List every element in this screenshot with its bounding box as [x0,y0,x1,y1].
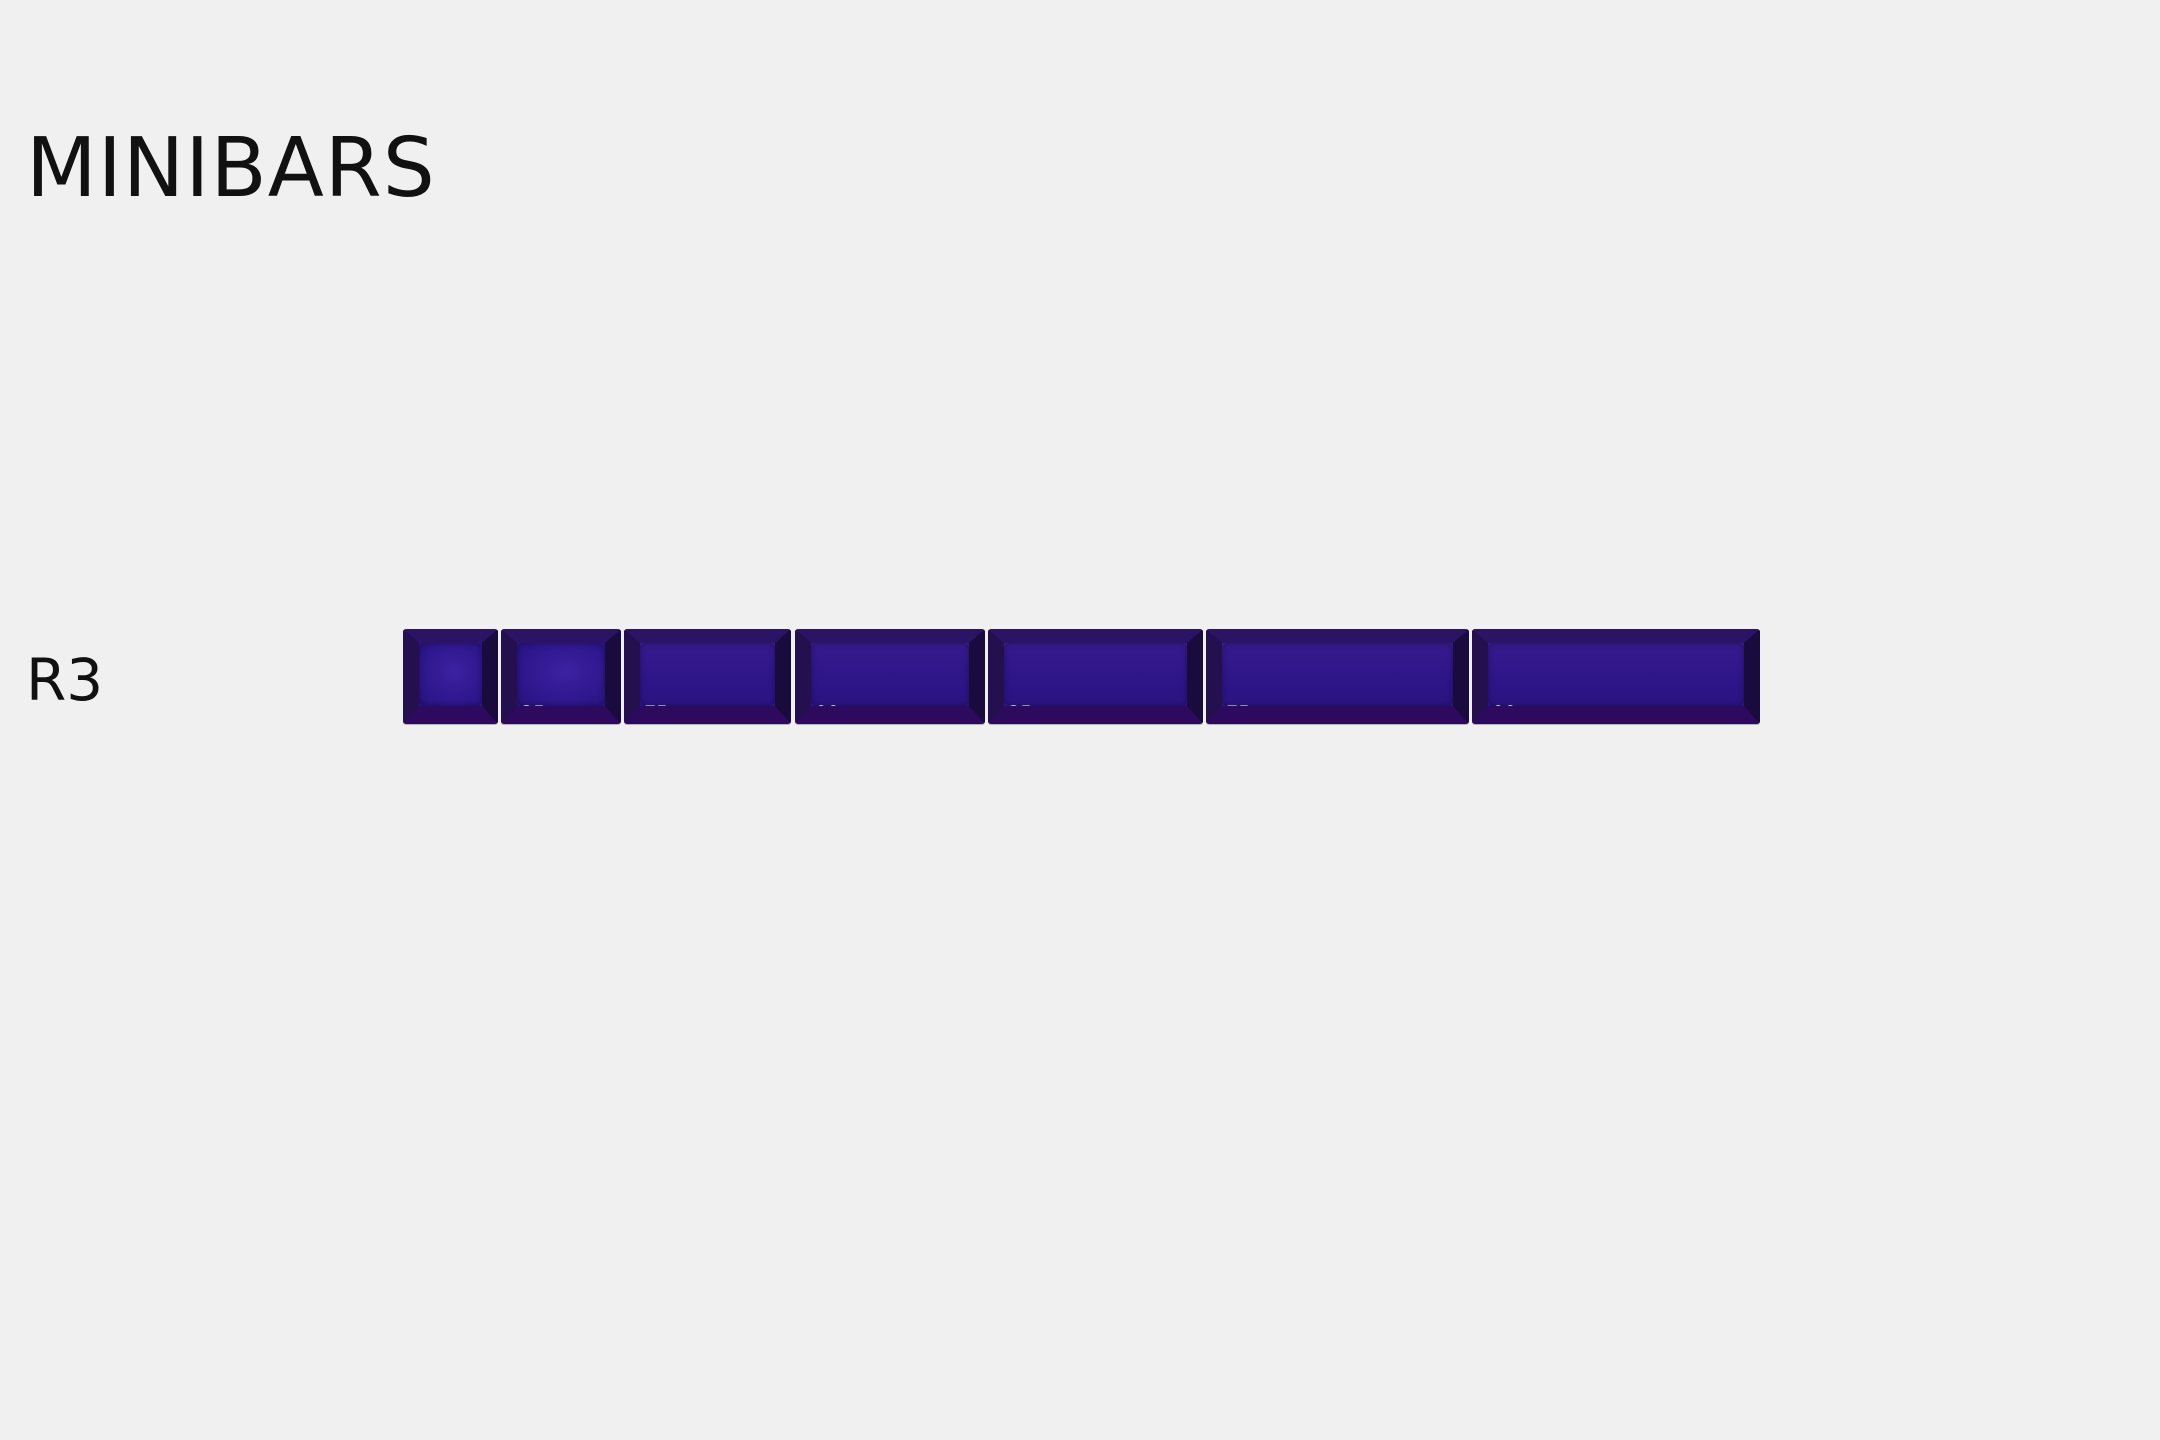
keycap-size-label: 1.25 [503,702,546,724]
keycap-size-label: 2.00 [797,702,840,724]
keycap-2-00u[interactable]: 2.00 [795,629,985,724]
keycap-size-label: 2.25 [990,702,1033,724]
keycap-size-label: 2.75 [1208,702,1251,724]
page-title: MINIBARS [26,121,436,216]
keycap-1u[interactable] [403,629,498,724]
keycap-row: 1.25 1.75 2.00 2.25 2.75 3.00 [0,0,2160,1440]
row-label: R3 [26,646,104,714]
keycap-2-25u[interactable]: 2.25 [988,629,1203,724]
keycap-1-75u[interactable]: 1.75 [624,629,791,724]
keycap-3-00u[interactable]: 3.00 [1472,629,1760,724]
keycap-1-25u[interactable]: 1.25 [501,629,621,724]
keycap-size-label: 1.75 [626,702,669,724]
keycap-2-75u[interactable]: 2.75 [1206,629,1469,724]
keycap-size-label: 3.00 [1474,702,1517,724]
